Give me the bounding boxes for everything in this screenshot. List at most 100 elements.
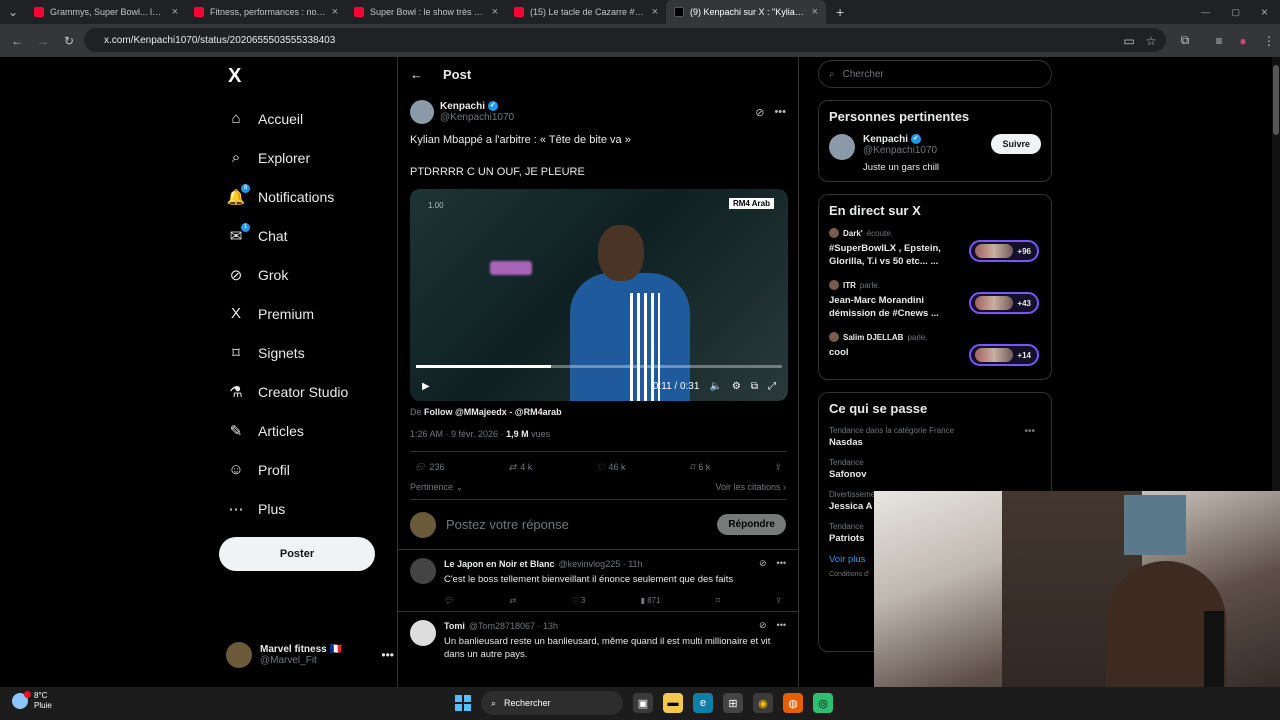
reply-author[interactable]: Le Japon en Noir et Blanc — [444, 559, 555, 569]
account-switcher[interactable]: Marvel fitness 🇫🇷 @Marvel_Fit ••• — [226, 642, 394, 668]
share-icon[interactable]: ⇪ — [775, 596, 782, 605]
sidebar-item-accueil[interactable]: ⌂ Accueil — [218, 99, 398, 138]
video-progress[interactable] — [416, 365, 782, 368]
cast-icon[interactable]: ▭ — [1122, 34, 1136, 48]
browser-tab[interactable]: (15) Le tacle de Cazarre #2 - L'É × — [506, 0, 666, 24]
menu-icon[interactable]: ⋮ — [1262, 34, 1276, 48]
more-icon[interactable]: ••• — [777, 620, 786, 631]
close-icon[interactable]: × — [332, 6, 338, 18]
chrome-icon[interactable]: ◉ — [753, 693, 773, 713]
listeners-pill[interactable]: +43 — [969, 292, 1039, 314]
new-tab-button[interactable]: + — [836, 4, 844, 20]
profile-icon[interactable]: ● — [1236, 34, 1250, 48]
views-button[interactable]: ▮ 871 — [641, 596, 661, 605]
bookmark-icon[interactable]: ⌑ — [716, 596, 720, 605]
quotes-link[interactable]: Voir les citations › — [715, 482, 786, 493]
forward-icon[interactable]: → — [36, 34, 50, 48]
grok-icon[interactable]: ⊘ — [755, 106, 764, 119]
sidebar-item-notifications[interactable]: 🔔 8 Notifications — [218, 177, 398, 216]
more-icon[interactable]: ••• — [777, 558, 786, 569]
like-button[interactable]: ♡ 46 k — [596, 462, 625, 473]
video-player[interactable]: 1.00 RM4 Arab ▶ 0:11 / 0:31 🔈 ⚙ ⧉ ⤢ — [410, 189, 788, 401]
file-explorer-icon[interactable]: ▬ — [663, 693, 683, 713]
maximize-icon[interactable]: ▢ — [1231, 7, 1240, 18]
source-link[interactable]: Follow @MMajeedx - @RM4arab — [424, 407, 562, 417]
close-icon[interactable]: × — [492, 6, 498, 18]
browser-tab[interactable]: Fitness, performances : nouveaux × — [186, 0, 346, 24]
close-icon[interactable]: × — [812, 6, 818, 18]
grok-icon[interactable]: ⊘ — [759, 620, 767, 631]
windows-start-icon[interactable] — [455, 695, 471, 711]
follow-button[interactable]: Suivre — [991, 134, 1041, 154]
listeners-pill[interactable]: +96 — [969, 240, 1039, 262]
sidebar-item-articles[interactable]: ✎ Articles — [218, 411, 398, 450]
repost-icon[interactable]: ⇄ — [509, 596, 516, 605]
like-button[interactable]: ♡ 3 — [571, 596, 585, 605]
fullscreen-icon[interactable]: ⤢ — [768, 381, 776, 392]
avatar[interactable] — [410, 100, 434, 124]
relevant-person[interactable]: Kenpachi ✓ @Kenpachi1070 Juste un gars c… — [829, 134, 1041, 173]
sidebar-item-profil[interactable]: ☺ Profil — [218, 450, 398, 489]
reply-author[interactable]: Tomi — [444, 621, 465, 631]
avatar[interactable] — [410, 620, 436, 646]
more-icon[interactable]: ••• — [774, 106, 786, 119]
tab-groups-icon[interactable]: ≡ — [1212, 34, 1226, 48]
task-view-icon[interactable]: ▣ — [633, 693, 653, 713]
browser-tab[interactable]: Grammys, Super Bowl... le triomphe × — [26, 0, 186, 24]
close-icon[interactable]: × — [652, 6, 658, 18]
taskbar-search[interactable]: ⌕ Rechercher — [481, 691, 623, 715]
pip-icon[interactable]: ⧉ — [751, 381, 758, 392]
sidebar-item-premium[interactable]: X Premium — [218, 294, 398, 333]
close-window-icon[interactable]: × — [1261, 5, 1268, 19]
bookmark-button[interactable]: ⌑ 6 k — [690, 462, 711, 473]
x-logo[interactable]: X — [228, 65, 241, 88]
back-arrow-icon[interactable]: ← — [410, 67, 423, 82]
obs-icon[interactable]: ◎ — [813, 693, 833, 713]
store-icon[interactable]: ⊞ — [723, 693, 743, 713]
trend-item[interactable]: Tendance dans la catégorie France Nasdas •… — [829, 426, 1041, 448]
tweet-time[interactable]: 1:26 AM · 9 févr. 2026 · — [410, 429, 506, 439]
edge-icon[interactable]: e — [693, 693, 713, 713]
sort-dropdown[interactable]: Pertinence ⌄ — [410, 482, 463, 493]
close-icon[interactable]: × — [172, 6, 178, 18]
minimize-icon[interactable]: — — [1201, 7, 1210, 17]
more-icon[interactable]: ••• — [1024, 426, 1035, 437]
scrollbar-thumb[interactable] — [1273, 65, 1279, 135]
live-space-item[interactable]: Dark' écoute. #SuperBowlLX , Epstein, Glor… — [829, 228, 1041, 268]
search-input[interactable]: ⌕ Chercher — [818, 60, 1052, 88]
volume-icon[interactable]: 🔈 — [709, 381, 721, 392]
sidebar-item-explorer[interactable]: ⌕ Explorer — [218, 138, 398, 177]
reload-icon[interactable]: ↻ — [62, 34, 76, 48]
star-icon[interactable]: ☆ — [1144, 34, 1158, 48]
reply-submit-button[interactable]: Répondre — [717, 514, 786, 535]
grok-icon[interactable]: ⊘ — [759, 558, 767, 569]
person-name[interactable]: Kenpachi — [863, 134, 908, 145]
trend-item[interactable]: Tendance Safonov — [829, 458, 1041, 480]
more-icon[interactable]: ••• — [381, 648, 394, 662]
reply-icon[interactable]: 💬︎ — [444, 596, 454, 605]
browser-tab[interactable]: Super Bowl : le show très politique × — [346, 0, 506, 24]
listeners-pill[interactable]: +14 — [969, 344, 1039, 366]
tab-search-icon[interactable]: ⌄ — [0, 5, 26, 19]
live-space-item[interactable]: Salim DJELLAB parle. cool +14 — [829, 332, 1041, 366]
url-field[interactable]: x.com/Kenpachi1070/status/20206555035553… — [84, 28, 1166, 52]
play-icon[interactable]: ▶ — [422, 381, 430, 392]
sidebar-item-signets[interactable]: ⌑ Signets — [218, 333, 398, 372]
reply-tweet[interactable]: Tomi @Tom28718067 · 13h ⊘ ••• Un banlieusar… — [398, 612, 798, 667]
browser-tab-active[interactable]: (9) Kenpachi sur X : "Kylian Mba × — [666, 0, 826, 24]
avatar[interactable] — [410, 558, 436, 584]
reply-tweet[interactable]: Le Japon en Noir et Blanc @kevinvlog225 ·… — [398, 550, 798, 612]
post-button[interactable]: Poster — [219, 537, 375, 571]
repost-button[interactable]: ⇄ 4 k — [509, 462, 533, 473]
firefox-icon[interactable]: ◍ — [783, 693, 803, 713]
author-name[interactable]: Kenpachi — [440, 101, 485, 112]
live-space-item[interactable]: ITR parle. Jean-Marc Morandini démission d… — [829, 280, 1041, 320]
extensions-icon[interactable]: ⧉ — [1178, 33, 1192, 48]
reply-input[interactable]: Postez votre réponse — [446, 517, 707, 532]
sidebar-item-creator-studio[interactable]: ⚗ Creator Studio — [218, 372, 398, 411]
sidebar-item-grok[interactable]: ⊘ Grok — [218, 255, 398, 294]
sidebar-item-plus[interactable]: ⋯ Plus — [218, 489, 398, 528]
back-icon[interactable]: ← — [10, 34, 24, 48]
avatar[interactable] — [829, 134, 855, 160]
weather-widget[interactable]: 8°C Pluie — [12, 691, 52, 711]
